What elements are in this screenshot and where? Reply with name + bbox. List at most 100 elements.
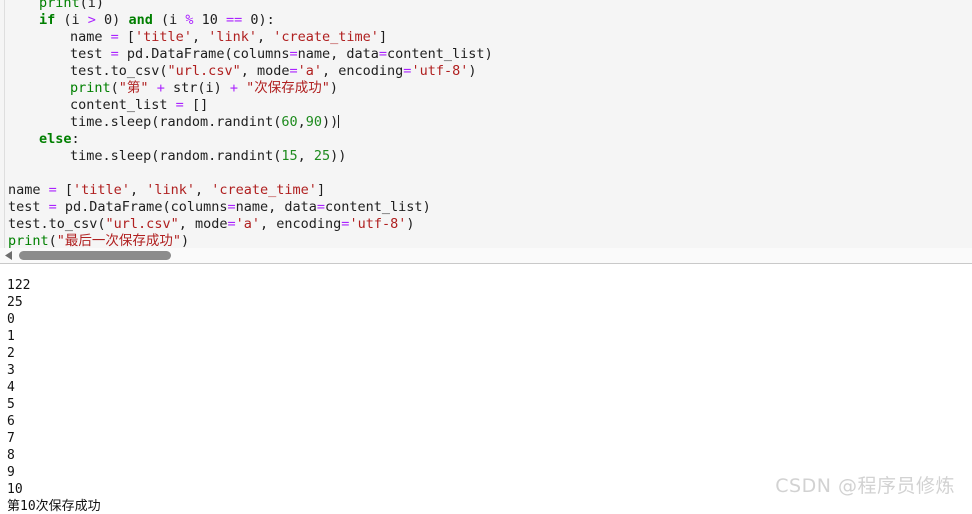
scroll-left-arrow-icon[interactable]	[2, 248, 16, 263]
code-token: =	[378, 46, 388, 62]
code-token: )	[406, 216, 415, 232]
code-token: =	[289, 46, 298, 62]
code-token: 0)	[95, 12, 129, 28]
code-token: +	[156, 80, 165, 96]
code-token: 15	[281, 148, 298, 164]
code-token: (i	[55, 12, 88, 28]
code-token: ,	[297, 114, 306, 130]
code-token: test.to_csv(	[70, 63, 168, 79]
code-token: 'create_time'	[273, 29, 379, 45]
output-console-pane[interactable]: 122 25 0 1 2 3 4 5 6 7 8 9 10 第10次保存成功 CSDN @程序员修炼	[0, 264, 972, 514]
code-token: ))	[322, 114, 339, 130]
code-token: ]	[378, 29, 388, 45]
code-token: =	[175, 97, 184, 113]
code-line: test = pd.DataFrame(columns=name, data=c…	[8, 46, 493, 63]
code-token: content_list	[70, 97, 176, 113]
code-token: content_list)	[325, 199, 431, 215]
console-output-line: 10	[7, 482, 23, 497]
console-output-line: 4	[7, 380, 15, 395]
scrollbar-thumb[interactable]	[19, 251, 171, 260]
code-token: 10	[193, 12, 226, 28]
code-token: test	[70, 46, 111, 62]
code-token: 90	[305, 114, 322, 130]
code-token: =	[48, 182, 57, 198]
code-token: ,	[195, 182, 212, 198]
code-token: =	[227, 216, 236, 232]
code-token: , mode	[178, 216, 228, 232]
console-output-line: 5	[7, 397, 15, 412]
code-token: 'link'	[208, 29, 257, 45]
code-editor-pane[interactable]: print(i) if (i > 0) and (i % 10 == 0): nam…	[0, 0, 972, 248]
console-output-line: 第10次保存成功	[7, 499, 101, 514]
code-token: time.sleep(random.randint(	[70, 148, 282, 164]
code-token: "次保存成功"	[246, 80, 330, 96]
code-token: =	[227, 199, 236, 215]
code-token: pd.DataFrame(columns	[118, 46, 290, 62]
code-line: content_list = []	[8, 97, 208, 114]
text-cursor	[338, 115, 340, 128]
code-token: (i	[152, 12, 186, 28]
code-token: []	[183, 97, 209, 113]
code-token: :	[71, 131, 80, 147]
console-output-line: 1	[7, 329, 15, 344]
code-line: time.sleep(random.randint(60,90))	[8, 114, 340, 131]
csdn-watermark: CSDN @程序员修炼	[775, 475, 955, 497]
code-token: =	[289, 63, 298, 79]
console-output-line: 122	[7, 278, 31, 293]
code-token: +	[229, 80, 238, 96]
code-text-area[interactable]: print(i) if (i > 0) and (i % 10 == 0): nam…	[0, 0, 972, 248]
code-token: 'title'	[135, 29, 192, 45]
code-token: )	[329, 80, 339, 96]
code-token: if	[39, 12, 56, 28]
code-line: name = ['title', 'link', 'create_time']	[8, 29, 387, 46]
code-token: 25	[313, 148, 331, 164]
code-token: ))	[330, 148, 347, 164]
console-output-line: 7	[7, 431, 15, 446]
code-token: print	[8, 233, 49, 248]
code-token: and	[128, 12, 153, 28]
code-token: 'a'	[297, 63, 323, 79]
code-token: 'link'	[146, 182, 195, 198]
code-token: >	[87, 12, 96, 28]
code-line: test = pd.DataFrame(columns=name, data=c…	[8, 199, 431, 216]
code-token: )	[181, 233, 190, 248]
code-token: , encoding	[322, 63, 404, 79]
code-token: print	[70, 80, 111, 96]
code-token: [	[56, 182, 74, 198]
code-token: =	[316, 199, 326, 215]
code-token: ,	[129, 182, 147, 198]
code-line: name = ['title', 'link', 'create_time']	[8, 182, 325, 199]
code-token: test	[8, 199, 49, 215]
code-token: name, data	[297, 46, 379, 62]
code-token: [	[118, 29, 136, 45]
console-output-line: 8	[7, 448, 15, 463]
code-token: , mode	[240, 63, 290, 79]
code-line: if (i > 0) and (i % 10 == 0):	[8, 12, 275, 29]
code-token: 'utf-8'	[411, 63, 469, 79]
code-line: print(i)	[8, 0, 104, 12]
code-token: 'create_time'	[211, 182, 317, 198]
console-output-line: 6	[7, 414, 15, 429]
code-token: else	[39, 131, 72, 147]
code-token: pd.DataFrame(columns	[56, 199, 228, 215]
code-token: name	[8, 182, 49, 198]
code-token: ,	[297, 148, 314, 164]
editor-horizontal-scrollbar[interactable]	[0, 248, 972, 263]
code-line: print("最后一次保存成功")	[8, 233, 189, 248]
code-token: 'title'	[73, 182, 130, 198]
code-token: , encoding	[260, 216, 342, 232]
code-token: 'a'	[235, 216, 261, 232]
code-token: name, data	[235, 199, 317, 215]
code-token: 'utf-8'	[349, 216, 407, 232]
code-line: test.to_csv("url.csv", mode='a', encodin…	[8, 63, 476, 80]
code-token: ,	[191, 29, 209, 45]
code-token: (	[110, 80, 119, 96]
code-token: )	[468, 63, 477, 79]
code-token: print	[39, 0, 80, 11]
code-token: (i)	[79, 0, 105, 11]
code-line: test.to_csv("url.csv", mode='a', encodin…	[8, 216, 414, 233]
code-token: 60	[281, 114, 298, 130]
console-output-line: 9	[7, 465, 15, 480]
